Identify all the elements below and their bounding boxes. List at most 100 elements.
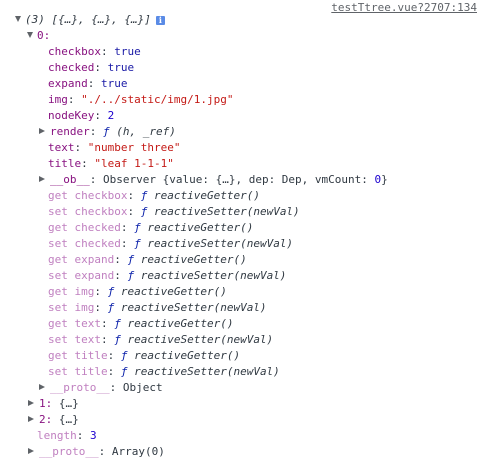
colon-separator: : [81,157,95,170]
accessor-key: get checkbox [48,189,128,202]
accessor-signature: reactiveGetter() [153,189,260,202]
property-row: expand: true [0,76,499,92]
accessor-signature: reactiveSetter(newVal) [140,269,287,282]
property-row: checkbox: true [0,44,499,60]
accessor-signature: reactiveSetter(newVal) [127,333,274,346]
accessor-key: set title [48,365,108,378]
item-0-key: 0: [37,29,51,42]
render-signature: (h, _ref) [109,125,176,138]
property-key: checked [48,61,95,74]
ob-row[interactable]: __ob__: Observer {value: {…}, dep: Dep, … [0,172,499,188]
accessor-key: get checked [48,221,121,234]
accessor-signature: reactiveGetter() [134,349,241,362]
item-0-properties-2: text: "number three" title: "leaf 1-1-1" [0,140,499,172]
accessor-row[interactable]: get checkbox: ƒ reactiveGetter() [0,188,499,204]
collapse-triangle-icon[interactable] [39,128,45,134]
array-proto-value: Array(0) [111,445,165,458]
proto-key: __proto__ [50,381,110,394]
item-2-key: 2: [39,413,53,426]
accessor-key: get expand [48,253,115,266]
accessor-row[interactable]: get img: ƒ reactiveGetter() [0,284,499,300]
accessor-signature: reactiveGetter() [147,221,254,234]
item-2-row[interactable]: 2: {…} [0,412,499,428]
length-key: length [37,429,77,442]
accessor-row[interactable]: get expand: ƒ reactiveGetter() [0,252,499,268]
accessor-signature: reactiveSetter(newVal) [134,365,280,378]
colon-separator: : [127,189,141,202]
accessor-row[interactable]: set checkbox: ƒ reactiveSetter(newVal) [0,204,499,220]
colon-separator: : [107,349,121,362]
accessor-key: set expand [48,269,115,282]
proto-row[interactable]: __proto__: Object [0,380,499,396]
info-icon[interactable]: i [155,15,165,25]
accessor-row[interactable]: get checked: ƒ reactiveGetter() [0,220,499,236]
property-value: "./../static/img/1.jpg" [81,93,234,106]
property-key: text [48,141,75,154]
collapse-triangle-icon[interactable] [39,384,45,390]
item-0-row[interactable]: 0: [0,28,499,44]
item-1-row[interactable]: 1: {…} [0,396,499,412]
accessor-row[interactable]: set expand: ƒ reactiveSetter(newVal) [0,268,499,284]
property-row: nodeKey: 2 [0,108,499,124]
accessor-signature: reactiveSetter(newVal) [147,237,294,250]
property-key: nodeKey [48,109,95,122]
collapse-triangle-icon[interactable] [28,448,34,454]
property-value: "number three" [87,141,181,154]
accessor-signature: reactiveSetter(newVal) [120,301,267,314]
render-row[interactable]: render: ƒ (h, _ref) [0,124,499,140]
accessor-row[interactable]: set checked: ƒ reactiveSetter(newVal) [0,236,499,252]
colon-separator: : [74,141,88,154]
console-object-tree: (3) [{…}, {…}, {…}] i 0: checkbox: true ch… [0,12,499,460]
function-symbol: ƒ [134,221,141,234]
accessor-key: set checkbox [48,205,128,218]
property-value: true [114,45,141,58]
item-1-key: 1: [39,397,53,410]
accessor-key: get img [48,285,95,298]
colon-separator: : [94,61,108,74]
array-root-row[interactable]: (3) [{…}, {…}, {…}] i [0,12,499,28]
accessor-key: set img [48,301,95,314]
colon-separator: : [120,221,135,234]
property-row: img: "./../static/img/1.jpg" [0,92,499,108]
colon-separator: : [87,77,101,90]
collapse-triangle-icon[interactable] [39,176,45,182]
colon-separator: : [107,365,121,378]
expand-triangle-icon[interactable] [15,16,21,22]
item-1-value: {…} [58,397,79,410]
accessor-list: get checkbox: ƒ reactiveGetter() set chec… [0,188,499,380]
accessor-key: get title [48,349,108,362]
function-symbol: ƒ [134,237,141,250]
accessor-row[interactable]: get text: ƒ reactiveGetter() [0,316,499,332]
proto-value: Object [122,381,163,394]
property-key: expand [48,77,88,90]
property-row: title: "leaf 1-1-1" [0,156,499,172]
colon-separator: : [114,253,128,266]
accessor-row[interactable]: set title: ƒ reactiveSetter(newVal) [0,364,499,380]
accessor-row[interactable]: get title: ƒ reactiveGetter() [0,348,499,364]
accessor-signature: reactiveGetter() [140,253,247,266]
colon-separator: : [127,205,141,218]
ob-value: Observer {value: {…}, dep: Dep, vmCount: [103,173,375,186]
accessor-row[interactable]: set img: ƒ reactiveSetter(newVal) [0,300,499,316]
colon-separator: : [67,93,82,106]
array-proto-row[interactable]: __proto__: Array(0) [0,444,499,460]
accessor-key: set checked [48,237,121,250]
collapse-triangle-icon[interactable] [28,416,34,422]
expand-triangle-icon[interactable] [27,32,33,38]
accessor-row[interactable]: set text: ƒ reactiveSetter(newVal) [0,332,499,348]
collapse-triangle-icon[interactable] [28,400,34,406]
colon-separator: : [120,237,135,250]
colon-separator: : [94,109,108,122]
property-row: text: "number three" [0,140,499,156]
function-symbol: ƒ [103,125,110,138]
colon-separator: : [94,285,108,298]
accessor-signature: reactiveSetter(newVal) [153,205,300,218]
ob-key: __ob__ [50,173,90,186]
property-value: true [107,61,135,74]
function-symbol: ƒ [114,333,121,346]
property-value: "leaf 1-1-1" [94,157,174,170]
